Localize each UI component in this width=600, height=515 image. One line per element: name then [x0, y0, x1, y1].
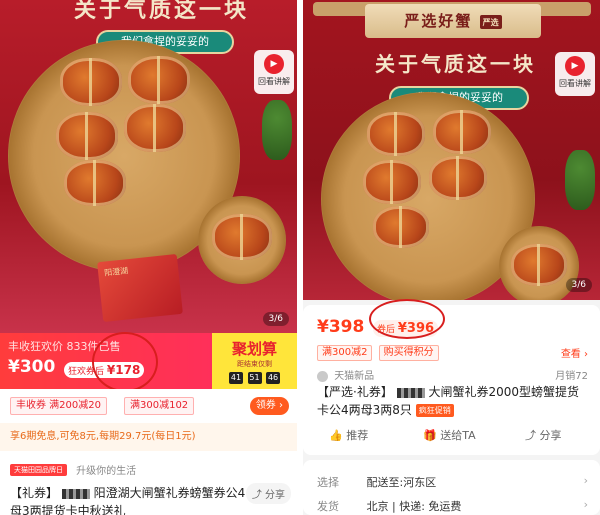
ship-label: 发货 — [317, 500, 339, 513]
slogan: 升级你的生活 — [76, 466, 137, 477]
select-label: 选择 — [317, 476, 339, 489]
share-icon: ⤴ — [251, 490, 262, 501]
hot-promo-badge: 疯狂促销 — [415, 404, 454, 417]
highlight-circle — [92, 332, 158, 392]
left-product-page: 关于气质这一块 我们拿捏的妥妥的 阳澄湖 ▶ 回看讲解 3/6 丰收狂欢价 83… — [0, 0, 297, 515]
highlight-circle — [369, 299, 445, 339]
view-link[interactable]: 查看 › — [561, 345, 588, 360]
right-product-page: 严选好蟹 严选 关于气质这一块 我们拿捏的妥妥的 ▶ 回看讲解 3/6 ¥398… — [303, 0, 600, 515]
gift-label: 送给TA — [440, 429, 476, 442]
crab — [56, 112, 118, 160]
review-label: 回看讲解 — [258, 77, 290, 86]
ship-value: 北京 | 快递: 免运费 — [366, 500, 462, 513]
countdown-minutes: 51 — [247, 372, 262, 384]
gift-icon: 🎁 — [423, 429, 437, 442]
image-counter: 3/6 — [262, 312, 289, 326]
coupon-row: 丰收券 满200减20 满300减102 领券 › — [0, 389, 297, 423]
crab — [433, 110, 491, 154]
title-prefix: 【严选·礼券】 — [317, 385, 393, 399]
redacted-text — [61, 488, 90, 499]
banner-text: 严选好蟹 — [404, 12, 473, 30]
crab — [363, 160, 421, 204]
review-button[interactable]: ▶ 回看讲解 — [254, 50, 294, 94]
brand-day-chip: 天猫田园品牌日 — [10, 463, 67, 476]
garnish-greens — [565, 150, 595, 210]
product-title: 【礼券】 阳澄湖大闸蟹礼券螃蟹券公4母3两提货卡中秋送礼 — [10, 484, 250, 515]
get-coupon-button[interactable]: 领券 › — [249, 397, 289, 415]
price: ¥300 — [8, 357, 56, 377]
promo-tags: 满300减2 购买得积分 — [317, 345, 442, 361]
coupon-tag[interactable]: 丰收券 满200减20 — [10, 397, 107, 415]
promo-tag[interactable]: 满300减2 — [317, 345, 373, 361]
delivery-info-card: 选择 配送至:河东区 › 发货 北京 | 快递: 免运费 › — [303, 460, 600, 515]
recommend-label: 推荐 — [346, 429, 369, 442]
chevron-right-icon: › — [583, 498, 588, 511]
image-counter: 3/6 — [565, 278, 592, 292]
shop-label: 天猫新品 — [317, 367, 374, 382]
monthly-sales: 月销72 — [555, 371, 588, 382]
play-icon: ▶ — [264, 54, 284, 74]
share-button[interactable]: ⤴ 分享 — [245, 483, 291, 504]
brand-name: 聚划算 — [231, 340, 277, 358]
product-title-card: 天猫田园品牌日 升级你的生活 【礼券】 阳澄湖大闸蟹礼券螃蟹券公4母3两提货卡中… — [0, 451, 297, 515]
share-label: 分享 — [265, 490, 285, 501]
shop-name: 天猫新品 — [334, 371, 375, 382]
crab — [124, 104, 186, 152]
select-row[interactable]: 选择 配送至:河东区 — [317, 474, 436, 490]
image-headline: 关于气质这一块 — [375, 52, 536, 76]
crab — [367, 112, 425, 156]
image-headline: 关于气质这一块 — [74, 0, 250, 23]
select-value: 配送至:河东区 — [366, 476, 437, 489]
countdown: 41 51 46 — [212, 372, 297, 384]
countdown-hours: 41 — [228, 372, 243, 384]
installment-info[interactable]: 享6期免息,可免8元,每期29.7元(每日1元) — [0, 423, 297, 451]
crab — [64, 160, 126, 206]
review-button[interactable]: ▶ 回看讲解 — [555, 52, 595, 96]
countdown-seconds: 46 — [266, 372, 281, 384]
promo-tag[interactable]: 购买得积分 — [378, 345, 439, 361]
crab — [128, 56, 190, 104]
review-label: 回看讲解 — [559, 79, 591, 88]
thumb-icon: 👍 — [329, 429, 343, 442]
action-bar: 👍 推荐 🎁 送给TA ⤴ 分享 — [303, 420, 600, 450]
crab — [373, 206, 429, 248]
play-icon: ▶ — [565, 56, 585, 76]
juhuasuan-badge: 聚划算 距结束仅剩 41 51 46 — [212, 333, 297, 389]
crab — [511, 244, 567, 286]
product-title: 【严选·礼券】 大闸蟹礼券2000型螃蟹提货卡公4两母3两8只 疯狂促销 — [317, 383, 587, 419]
redacted-text — [396, 387, 425, 398]
price: ¥398 — [317, 317, 365, 337]
share-icon: ⤴ — [525, 429, 536, 442]
recommend-button[interactable]: 👍 推荐 — [329, 427, 368, 443]
crab — [429, 156, 487, 200]
chevron-right-icon: › — [583, 474, 588, 487]
product-image-carousel[interactable]: 关于气质这一块 我们拿捏的妥妥的 阳澄湖 ▶ 回看讲解 3/6 — [0, 0, 297, 333]
shipping-row[interactable]: 发货 北京 | 快递: 免运费 — [317, 498, 461, 514]
seal: 严选 — [479, 15, 502, 29]
gift-button[interactable]: 🎁 送给TA — [423, 427, 476, 443]
gift-box: 阳澄湖 — [97, 253, 183, 323]
selection-banner: 严选好蟹 严选 — [365, 4, 541, 38]
coupon-tag[interactable]: 满300减102 — [124, 397, 195, 415]
share-label: 分享 — [539, 429, 562, 442]
product-image-carousel[interactable]: 严选好蟹 严选 关于气质这一块 我们拿捏的妥妥的 ▶ 回看讲解 3/6 — [303, 0, 600, 300]
crab — [60, 58, 122, 106]
tmall-icon — [317, 370, 328, 382]
crab — [212, 214, 272, 260]
share-button[interactable]: ⤴ 分享 — [525, 427, 562, 443]
garnish-greens — [262, 100, 292, 160]
title-prefix: 【礼券】 — [10, 486, 59, 500]
brand-sub: 距结束仅剩 — [237, 360, 272, 368]
